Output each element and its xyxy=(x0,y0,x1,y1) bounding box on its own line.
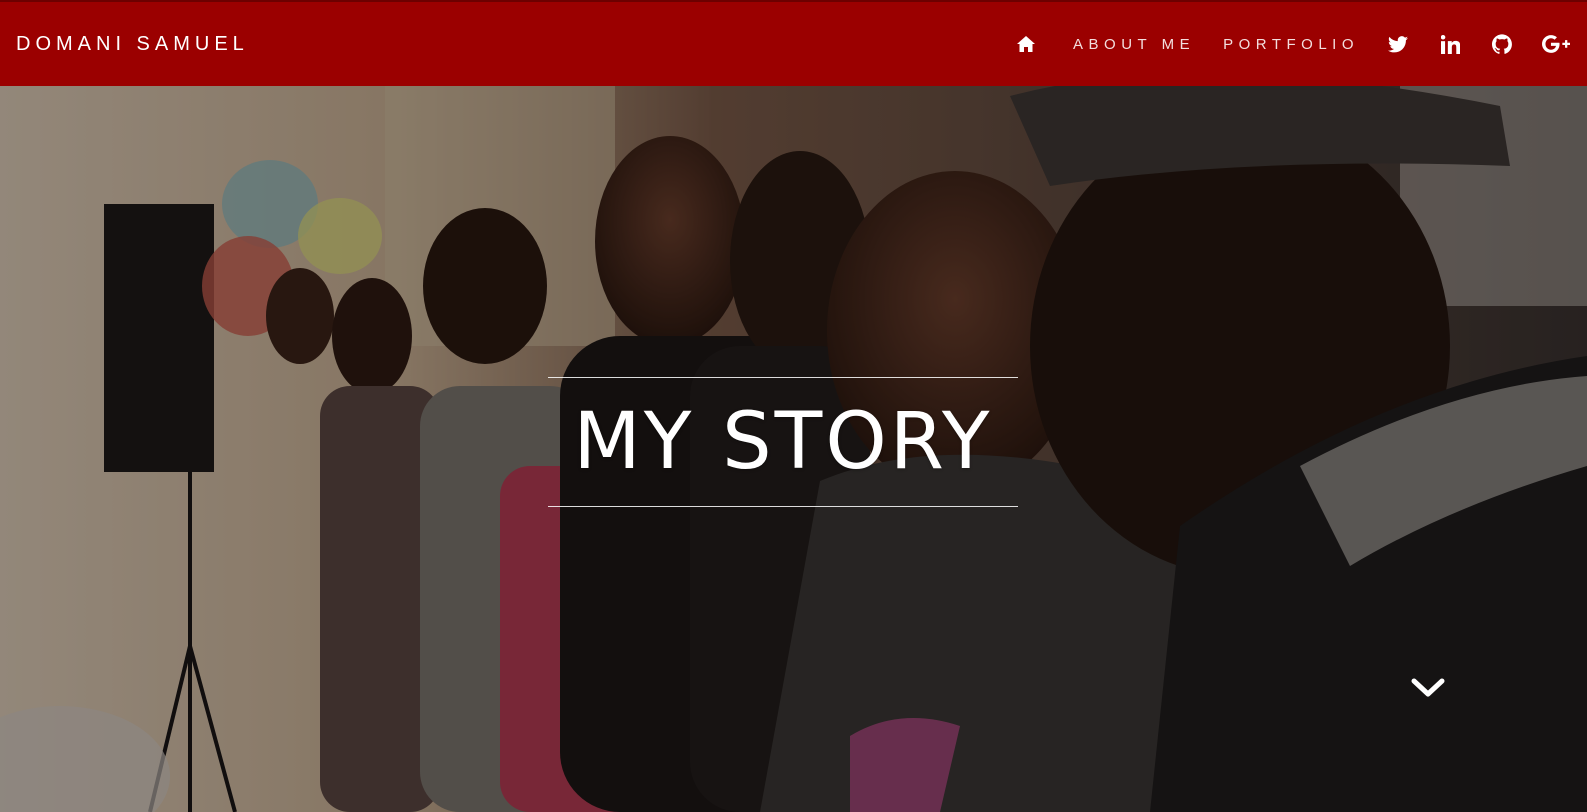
chevron-down-icon[interactable] xyxy=(1410,673,1446,701)
home-icon[interactable] xyxy=(1013,31,1039,57)
nav-link-about-me[interactable]: ABOUT ME xyxy=(1073,36,1195,53)
hero-title-frame: MY STORY xyxy=(548,377,1018,507)
hero-title: MY STORY xyxy=(573,397,993,487)
hero-section: MY STORY xyxy=(0,86,1587,812)
nav-menu: ABOUT ME PORTFOLIO xyxy=(1013,2,1571,86)
navbar: DOMANI SAMUEL ABOUT ME PORTFOLIO xyxy=(0,0,1587,86)
brand-link[interactable]: DOMANI SAMUEL xyxy=(16,33,249,56)
github-icon[interactable] xyxy=(1489,31,1515,57)
linkedin-icon[interactable] xyxy=(1437,31,1463,57)
nav-link-portfolio[interactable]: PORTFOLIO xyxy=(1223,36,1359,53)
google-plus-icon[interactable] xyxy=(1541,31,1571,57)
twitter-icon[interactable] xyxy=(1385,31,1411,57)
